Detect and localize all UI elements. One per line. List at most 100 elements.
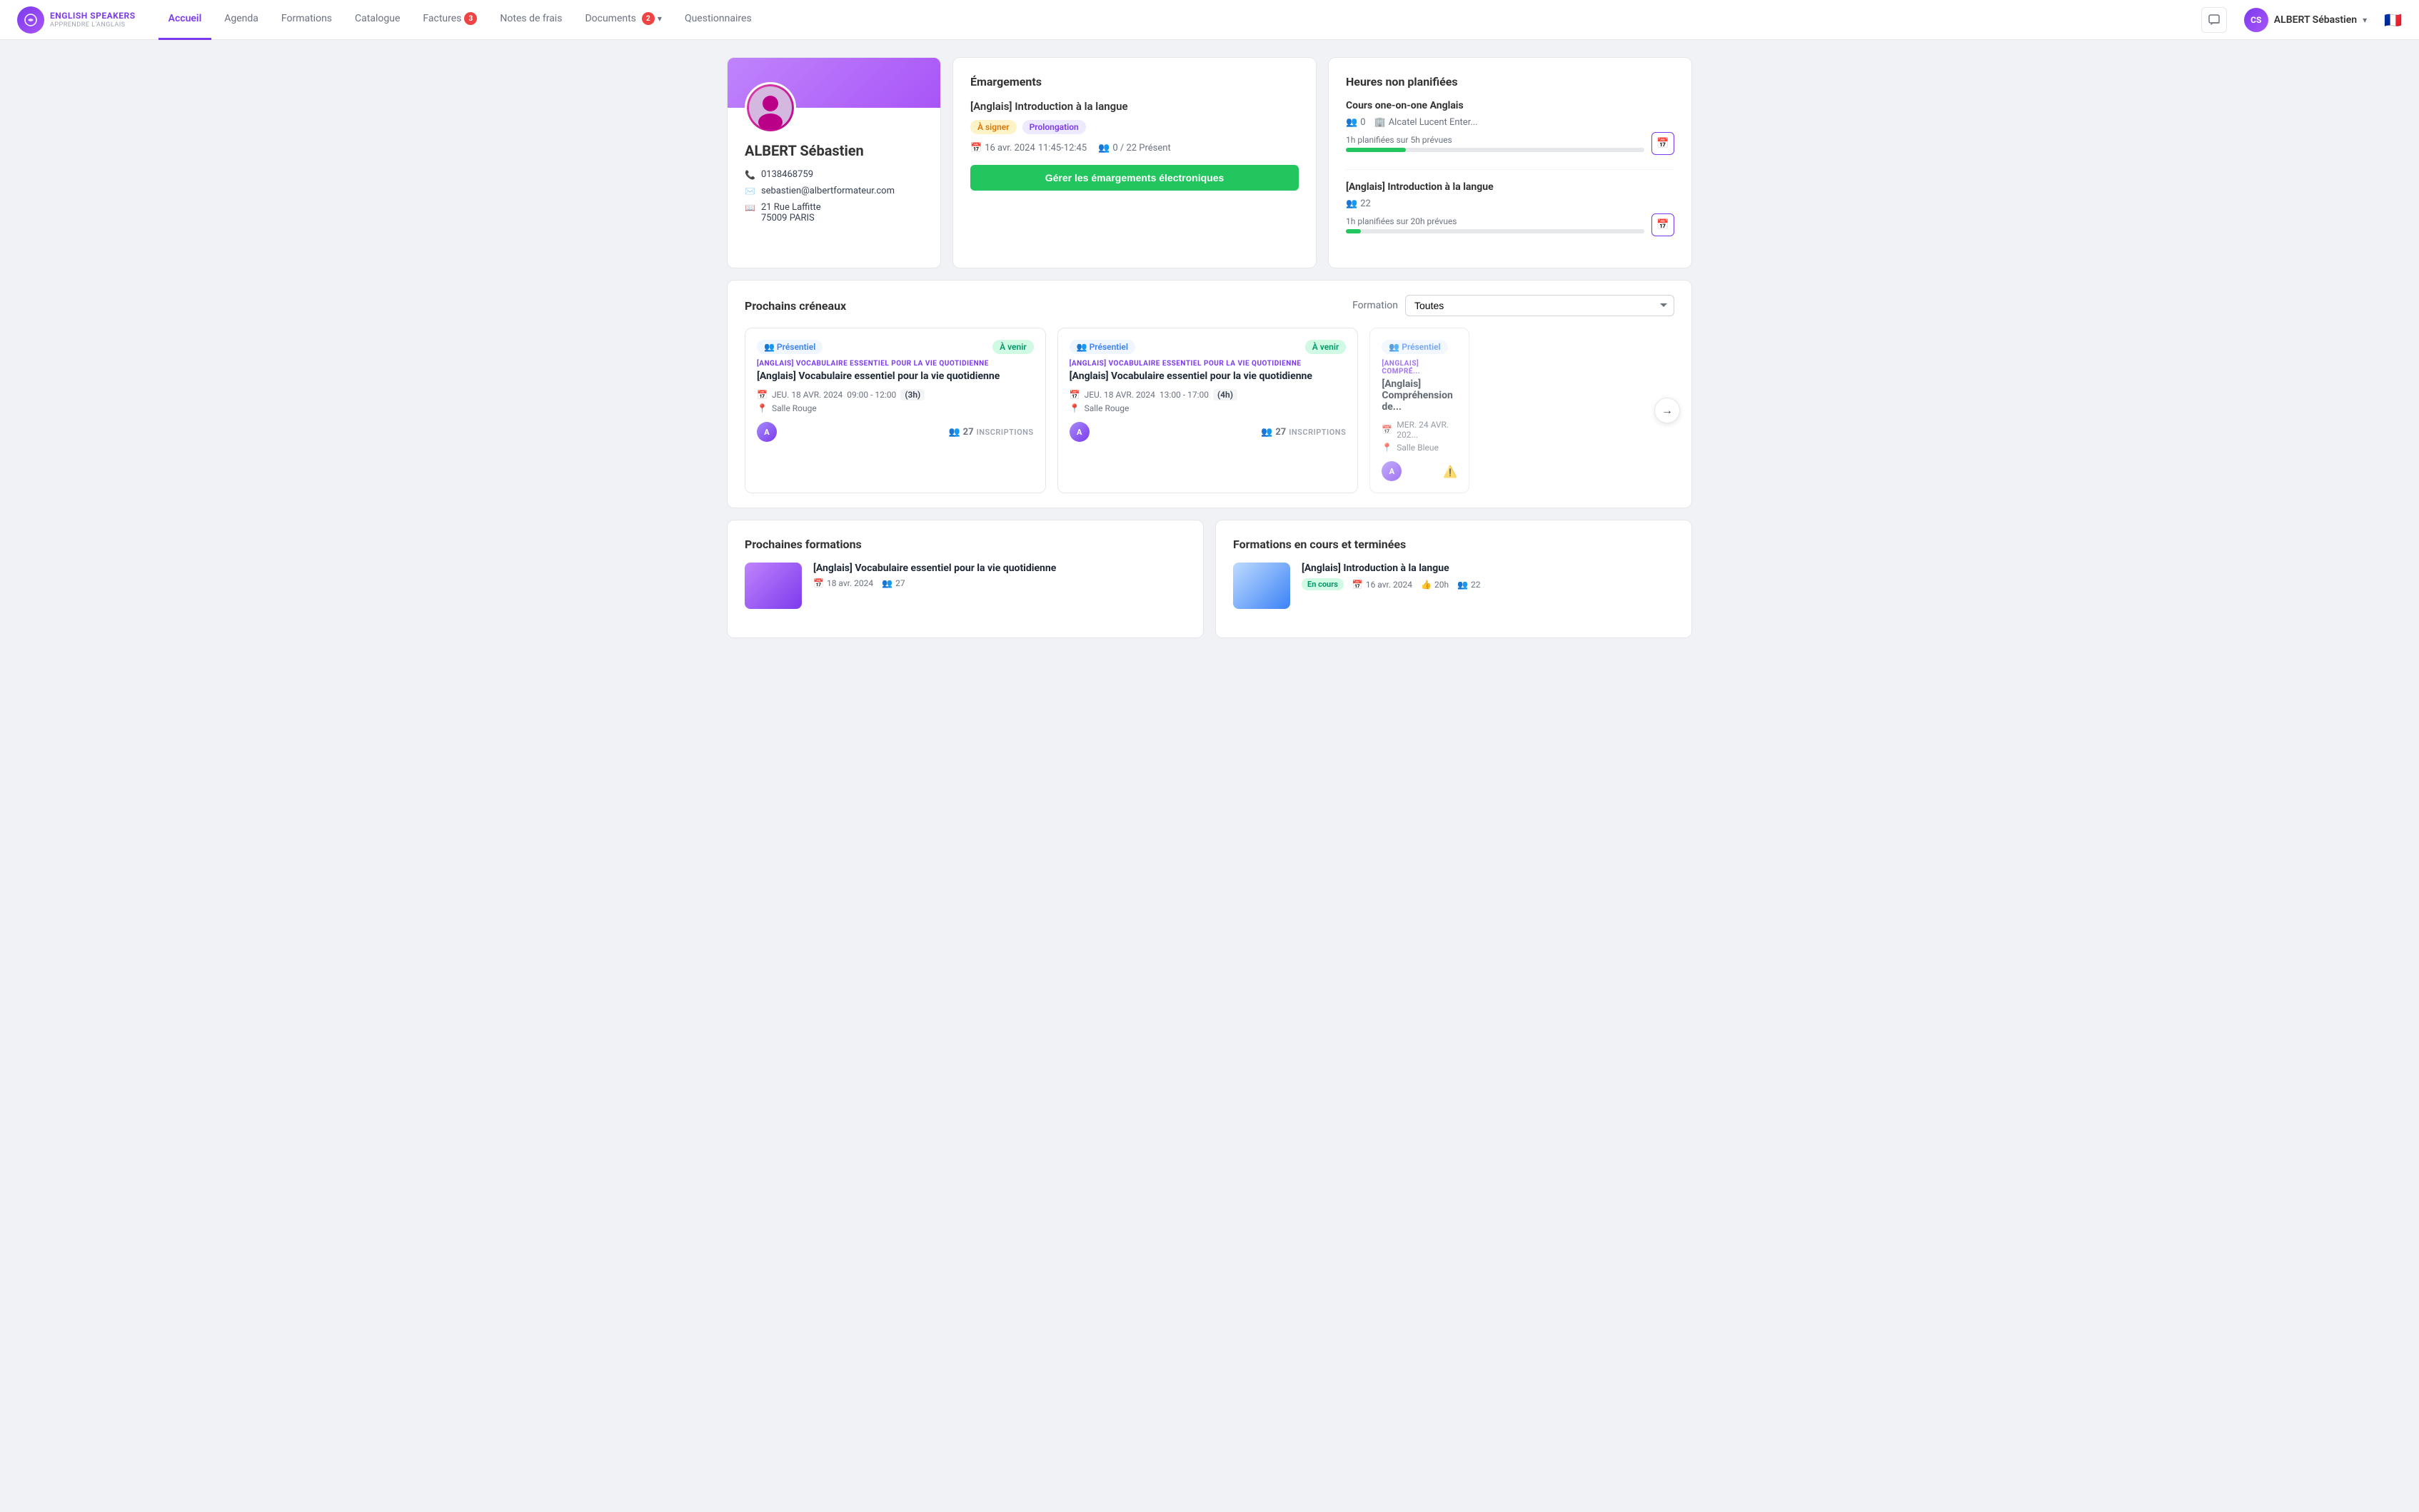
logo[interactable]: ENGLISH SPEAKERS APPRENDRE L'ANGLAIS [17,6,136,34]
creneau-card-3: 👥 Présentiel [ANGLAIS] COMPRÉ... [Anglai… [1369,328,1469,493]
heures-card: Heures non planifiées Cours one-on-one A… [1328,57,1692,268]
documents-chevron-icon: ▾ [658,14,662,24]
nav-item-agenda[interactable]: Agenda [214,0,268,40]
creneau-2-subtitle: [ANGLAIS] VOCABULAIRE ESSENTIEL POUR LA … [1070,360,1347,368]
people-icon-c1: 👥 [764,342,775,352]
formation-info-ec1: [Anglais] Introduction à la langue En co… [1302,563,1674,590]
documents-badge: 2 [642,12,655,25]
creneau-1-type: 👥 Présentiel [757,340,823,354]
address-icon [745,203,755,213]
navbar: ENGLISH SPEAKERS APPRENDRE L'ANGLAIS Acc… [0,0,2419,40]
creneau-1-date: 📅 JEU. 18 AVR. 2024 09:00 - 12:00 (3h) [757,389,1034,400]
nav-item-factures[interactable]: Factures 3 [413,0,487,40]
formation-en-cours-item-1: [Anglais] Introduction à la langue En co… [1233,563,1674,609]
creneau-card-2: 👥 Présentiel À venir [ANGLAIS] VOCABULAI… [1057,328,1359,493]
profile-card: ALBERT Sébastien 0138468759 sebastien@al… [727,57,941,268]
profile-name: ALBERT Sébastien [745,142,923,159]
formation-thumb-1 [745,563,802,609]
creneau-3-date: 📅 MER. 24 AVR. 202... [1382,420,1457,440]
calendar-btn-2[interactable]: 📅 [1651,213,1674,236]
top-row: ALBERT Sébastien 0138468759 sebastien@al… [727,57,1692,268]
prochaine-formation-1-title: [Anglais] Vocabulaire essentiel pour la … [813,563,1186,574]
nav-item-formations[interactable]: Formations [271,0,342,40]
emargement-meta: 📅 16 avr. 2024 11:45-12:45 👥 0 / 22 Prés… [970,143,1299,153]
creneau-1-inscriptions: 👥 27 INSCRIPTIONS [948,427,1033,438]
logo-title: ENGLISH SPEAKERS [50,11,136,21]
people-icon-pf1: 👥 [882,578,892,588]
creneau-3-type: 👥 Présentiel [1382,340,1447,354]
creneau-3-location: 📍 Salle Bleue [1382,443,1457,453]
heures-course-1-progress: 1h planifiées sur 5h prévues 📅 [1346,132,1674,155]
building-icon-1: 🏢 [1374,117,1386,128]
calendar-btn-1[interactable]: 📅 [1651,132,1674,155]
language-flag[interactable]: 🇫🇷 [2384,11,2402,29]
nav-item-questionnaires[interactable]: Questionnaires [675,0,762,40]
inscriptions-icon-1: 👥 [948,427,960,438]
nav-item-accueil[interactable]: Accueil [159,0,212,40]
heures-course-1-title: Cours one-on-one Anglais [1346,100,1674,111]
creneau-2-inscriptions: 👥 27 INSCRIPTIONS [1261,427,1346,438]
formation-filter-select[interactable]: Toutes [Anglais] Vocabulaire essentiel p… [1405,295,1674,316]
creneau-2-location: 📍 Salle Rouge [1070,403,1347,413]
nav-item-documents[interactable]: Documents 2 ▾ [575,0,672,40]
creneaux-next-button[interactable]: → [1654,398,1680,423]
user-menu[interactable]: CS ALBERT Sébastien ▾ [2238,5,2373,35]
trainer-avatar-1: A [757,422,777,442]
mail-icon [745,186,755,196]
chat-icon[interactable] [2201,7,2227,33]
people-icon: 👥 [1098,143,1110,153]
nav-right: CS ALBERT Sébastien ▾ 🇫🇷 [2201,5,2402,35]
heures-course-1: Cours one-on-one Anglais 👥 0 🏢 Alcatel L… [1346,100,1674,155]
people-icon-c2: 👥 [1077,342,1087,352]
creneau-3-title: [Anglais] Compréhension de... [1382,378,1457,413]
trainer-avatar-2: A [1070,422,1090,442]
heures-course-1-meta: 👥 0 🏢 Alcatel Lucent Enter... [1346,117,1674,128]
emargement-card: Émargements [Anglais] Introduction à la … [952,57,1317,268]
heures-course-2-progress: 1h planifiées sur 20h prévues 📅 [1346,213,1674,236]
creneau-card-1: 👥 Présentiel À venir [ANGLAIS] VOCABULAI… [745,328,1046,493]
creneau-2-title: [Anglais] Vocabulaire essentiel pour la … [1070,371,1347,382]
creneau-1-status: À venir [992,340,1034,354]
calendar-icon-c3: 📅 [1382,425,1392,435]
creneau-3-subtitle: [ANGLAIS] COMPRÉ... [1382,360,1457,376]
thumb-img-ec1 [1233,563,1290,609]
prochaines-formations-card: Prochaines formations [Anglais] Vocabula… [727,520,1204,638]
people-icon-c3: 👥 [1389,342,1399,352]
profile-address: 21 Rue Laffitte 75009 PARIS [745,202,923,223]
trainer-avatar-3: A [1382,461,1402,481]
emargement-button[interactable]: Gérer les émargements électroniques [970,165,1299,191]
heures-title: Heures non planifiées [1346,75,1674,89]
nav-item-notes[interactable]: Notes de frais [490,0,572,40]
calendar-icon-c1: 📅 [757,390,768,400]
warning-icon-c3: ⚠️ [1443,465,1457,478]
people-icon-ec1: 👥 [1457,580,1468,590]
nav-item-catalogue[interactable]: Catalogue [345,0,410,40]
creneaux-grid: 👥 Présentiel À venir [ANGLAIS] VOCABULAI… [745,328,1674,493]
nav-links: Accueil Agenda Formations Catalogue Fact… [159,0,2201,40]
location-icon-c1: 📍 [757,403,768,413]
formation-ec1-meta: En cours 📅 16 avr. 2024 👍 20h 👥 22 [1302,578,1674,590]
clock-icon-ec1: 👍 [1421,580,1432,590]
heures-course-2: [Anglais] Introduction à la langue 👥 22 … [1346,181,1674,236]
logo-sub: APPRENDRE L'ANGLAIS [50,21,136,29]
filter-label: Formation [1352,300,1398,311]
profile-phone: 0138468759 [745,169,923,180]
progress-bar-2 [1346,229,1361,233]
creneau-1-location: 📍 Salle Rouge [757,403,1034,413]
heures-course-2-meta: 👥 22 [1346,198,1674,209]
creneaux-grid-wrap: 👥 Présentiel À venir [ANGLAIS] VOCABULAI… [745,328,1674,493]
formations-en-cours-card: Formations en cours et terminées [Anglai… [1215,520,1692,638]
location-icon-c3: 📍 [1382,443,1392,453]
people-icon-1: 👥 [1346,117,1357,128]
profile-email: sebastien@albertformateur.com [745,186,923,196]
formation-ec1-title: [Anglais] Introduction à la langue [1302,563,1674,574]
creneaux-title: Prochains créneaux [745,299,846,313]
people-icon-2: 👥 [1346,198,1357,209]
creneau-2-date: 📅 JEU. 18 AVR. 2024 13:00 - 17:00 (4h) [1070,389,1347,400]
profile-avatar [745,82,796,133]
emargement-title: Émargements [970,75,1299,89]
user-avatar: CS [2244,8,2268,32]
en-cours-badge: En cours [1302,578,1344,590]
creneau-2-status: À venir [1305,340,1347,354]
prochaine-formation-1-meta: 📅 18 avr. 2024 👥 27 [813,578,1186,588]
